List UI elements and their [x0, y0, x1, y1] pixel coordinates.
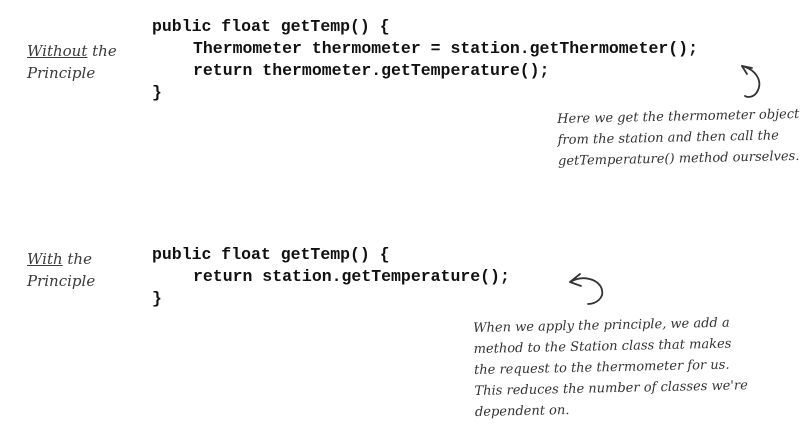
- code-line: public float getTemp() {: [152, 245, 390, 264]
- code-line: return station.getTemperature();: [193, 267, 510, 286]
- without-code-block: public float getTemp() { Thermometer ther…: [152, 16, 698, 104]
- with-principle-label: With the Principle: [27, 248, 95, 292]
- code-line: return thermometer.getTemperature();: [193, 61, 550, 80]
- with-label-line2: Principle: [27, 272, 96, 290]
- note-line: getTemperature() method ourselves.: [557, 148, 800, 169]
- without-label-rest: the: [87, 42, 117, 60]
- with-label-rest: the: [62, 250, 92, 268]
- without-annotation-note: Here we get the thermometer object from …: [557, 104, 800, 172]
- without-label-underlined: Without: [27, 42, 88, 60]
- code-line: }: [152, 289, 162, 308]
- without-principle-label: Without the Principle: [27, 40, 117, 84]
- code-line: public float getTemp() {: [152, 17, 390, 36]
- without-label-line2: Principle: [27, 64, 96, 82]
- with-annotation-note: When we apply the principle, we add a me…: [473, 312, 748, 423]
- note-line: dependent on.: [474, 403, 570, 420]
- code-line: Thermometer thermometer = station.getThe…: [193, 39, 698, 58]
- with-label-underlined: With: [27, 250, 63, 268]
- without-annotation-arrow: [741, 65, 761, 98]
- with-annotation-arrow: [569, 273, 604, 305]
- with-code-block: public float getTemp() { return station.g…: [152, 244, 510, 310]
- code-line: }: [152, 83, 162, 102]
